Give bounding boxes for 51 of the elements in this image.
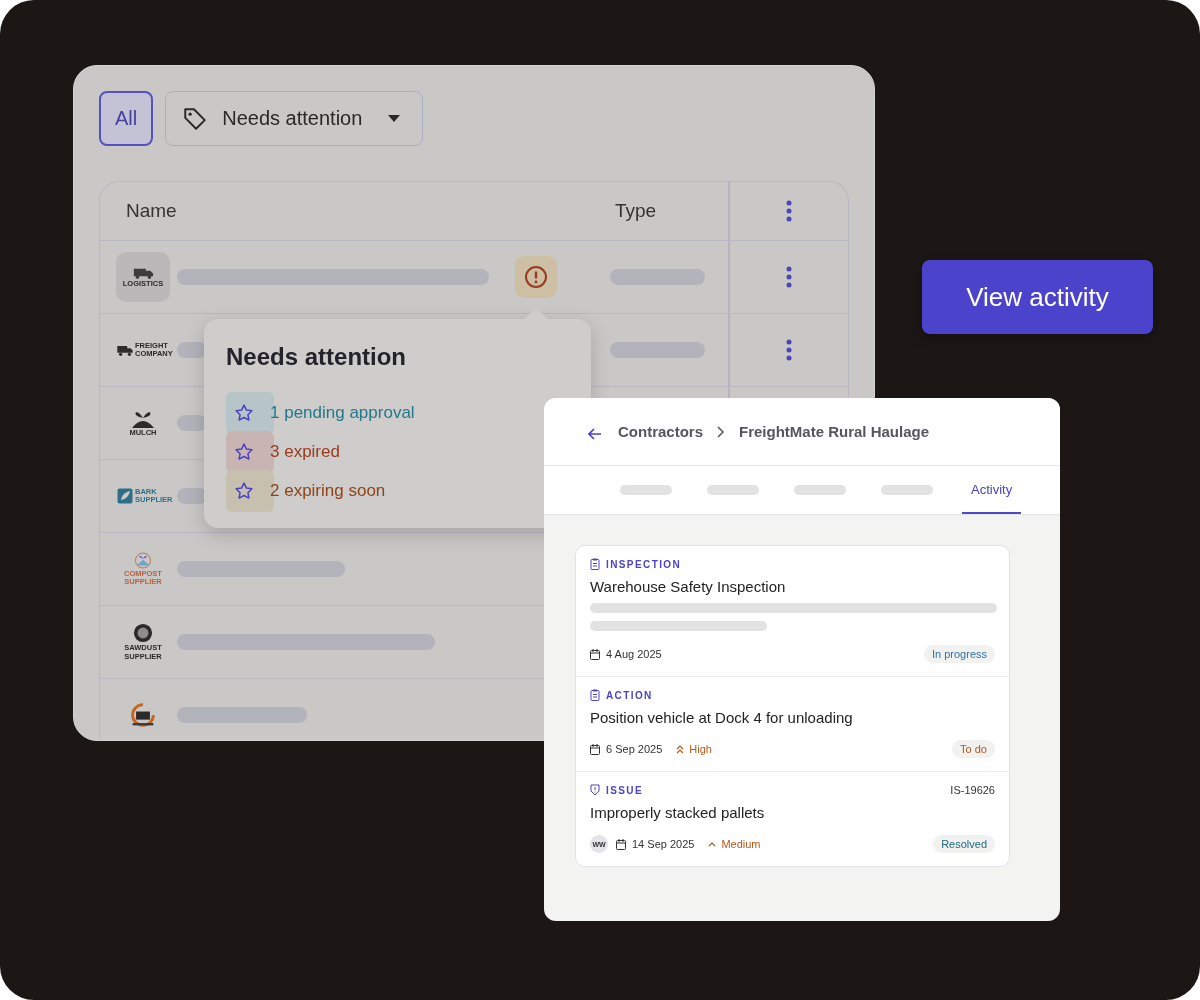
attention-item[interactable]: 3 expired [270, 441, 340, 462]
star-icon [234, 402, 254, 423]
filter-dropdown[interactable]: Needs attention [165, 91, 424, 146]
name-placeholder [177, 342, 207, 358]
back-arrow-icon[interactable] [588, 427, 602, 440]
logo [133, 623, 153, 644]
breadcrumb-link[interactable]: Contractors [618, 423, 703, 440]
calendar-icon [590, 743, 600, 755]
tag-icon [182, 105, 209, 132]
column-header: Name [125, 199, 178, 223]
alert-icon [524, 265, 548, 289]
activity-category: ACTION [606, 689, 653, 701]
activity-title: Position vehicle at Dock 4 for unloading [590, 709, 854, 726]
status-pill: In progress [923, 645, 995, 663]
name-placeholder [177, 415, 207, 431]
activity-tab[interactable]: Activity [962, 466, 1022, 514]
popover-title: Needs attention [226, 343, 408, 371]
logo [128, 702, 158, 728]
logo [117, 488, 133, 504]
due-date: 14 Sep 2025 [632, 838, 695, 850]
caret-icon [388, 115, 401, 122]
column-header: Type [614, 199, 658, 223]
double-chevron-up-icon [676, 744, 685, 754]
activity-category: ISSUE [606, 784, 643, 796]
activity-title: Improperly stacked pallets [590, 804, 766, 821]
alert-button[interactable] [515, 256, 557, 298]
status-pill: Resolved [933, 835, 995, 853]
due-date: 6 Sep 2025 [606, 743, 663, 755]
attention-item[interactable]: 2 expiring soon [270, 480, 386, 501]
filter-chip[interactable]: All [99, 91, 154, 146]
priority-label: High [676, 743, 712, 755]
clipboard-icon [590, 689, 600, 701]
calendar-icon [616, 838, 626, 850]
view-activity-button[interactable]: View activity [922, 260, 1153, 334]
activity-title: Warehouse Safety Inspection [590, 578, 787, 595]
star-icon [234, 480, 254, 501]
chevron-right-icon [717, 425, 725, 438]
name-placeholder [177, 488, 207, 504]
breadcrumb-link[interactable]: FreightMate Rural Haulage [739, 423, 930, 440]
due-date: 4 Aug 2025 [606, 648, 662, 660]
logo [117, 344, 133, 356]
activity-category: INSPECTION [606, 558, 682, 570]
reference-number: IS-19626 [950, 784, 995, 796]
logo [133, 551, 153, 569]
priority-label: Medium [708, 838, 761, 850]
clipboard-icon [590, 558, 600, 570]
calendar-icon [590, 648, 600, 660]
alert-shield-icon [590, 784, 600, 796]
status-pill: To do [952, 740, 995, 758]
star-icon [234, 441, 254, 462]
chevron-up-icon [708, 841, 717, 847]
